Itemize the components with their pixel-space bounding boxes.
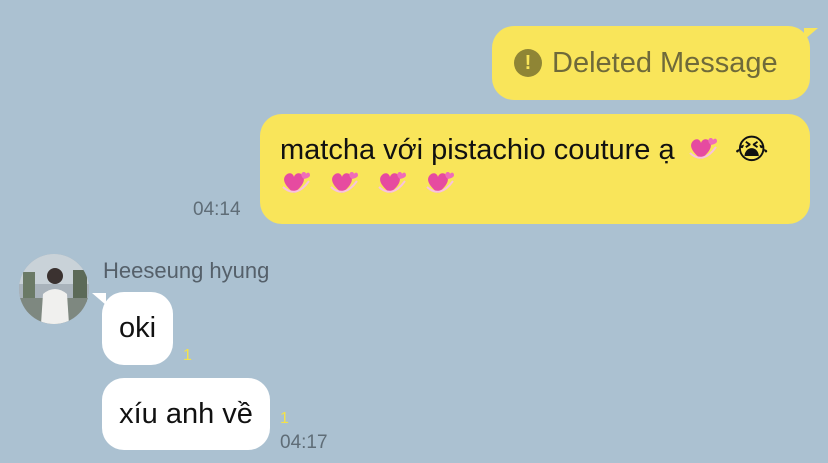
message-timestamp: 04:14 (193, 199, 241, 220)
unread-count: 1 (183, 347, 192, 364)
message-text: xíu anh về (119, 397, 253, 430)
warning-circle-icon: ! (514, 49, 542, 77)
unread-count: 1 (280, 410, 289, 427)
revolving-hearts-emoji (328, 167, 360, 197)
loudly-crying-face-emoji: 😭 (734, 132, 769, 166)
message-timestamp: 04:17 (280, 432, 328, 453)
message-line-2 (280, 167, 790, 201)
revolving-hearts-emoji (424, 167, 456, 197)
bubble-tail (804, 28, 818, 40)
incoming-message-bubble[interactable]: oki (102, 292, 173, 365)
message-line-1: matcha với pistachio couture ạ 😭 (280, 132, 790, 167)
outgoing-message-bubble[interactable]: matcha với pistachio couture ạ 😭 (260, 114, 810, 224)
deleted-message-text: Deleted Message (552, 46, 778, 79)
message-text: matcha với pistachio couture ạ (280, 134, 675, 166)
incoming-message-bubble[interactable]: xíu anh về (102, 378, 270, 450)
revolving-hearts-emoji (280, 167, 312, 197)
revolving-hearts-emoji (687, 133, 719, 163)
bubble-tail (92, 293, 106, 305)
deleted-message-bubble[interactable]: ! Deleted Message (492, 26, 810, 100)
revolving-hearts-emoji (376, 167, 408, 197)
message-text: oki (118, 312, 157, 344)
user-avatar[interactable] (19, 254, 89, 324)
sender-name: Heeseung hyung (103, 258, 270, 283)
